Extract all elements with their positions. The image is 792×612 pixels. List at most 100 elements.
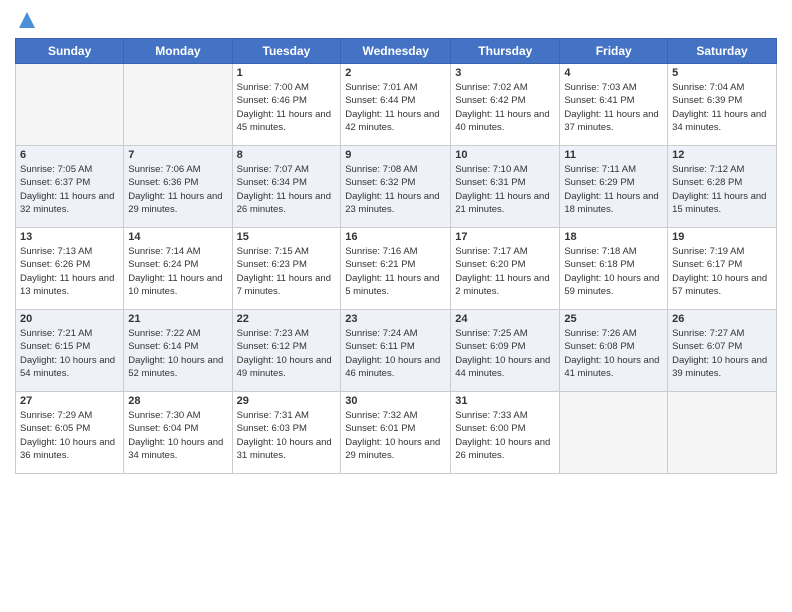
calendar-cell: 17 Sunrise: 7:17 AMSunset: 6:20 PMDayligh…: [451, 228, 560, 310]
weekday-header-thursday: Thursday: [451, 39, 560, 64]
weekday-header-friday: Friday: [560, 39, 668, 64]
day-number: 6: [20, 149, 119, 161]
day-info: Sunrise: 7:22 AMSunset: 6:14 PMDaylight:…: [128, 327, 227, 380]
week-row-4: 20 Sunrise: 7:21 AMSunset: 6:15 PMDayligh…: [16, 310, 777, 392]
calendar-cell: 27Sunrise: 7:29 AMSunset: 6:05 PMDayligh…: [16, 392, 124, 474]
day-info: Sunrise: 7:00 AMSunset: 6:46 PMDaylight:…: [237, 81, 337, 134]
calendar-cell: 18 Sunrise: 7:18 AMSunset: 6:18 PMDayligh…: [560, 228, 668, 310]
day-number: 14: [128, 231, 227, 243]
day-number: 11: [564, 149, 663, 161]
calendar-cell: 16 Sunrise: 7:16 AMSunset: 6:21 PMDayligh…: [341, 228, 451, 310]
day-info: Sunrise: 7:14 AMSunset: 6:24 PMDaylight:…: [128, 245, 227, 298]
day-number: 8: [237, 149, 337, 161]
calendar-cell: 12 Sunrise: 7:12 AMSunset: 6:28 PMDayligh…: [668, 146, 777, 228]
weekday-header-tuesday: Tuesday: [232, 39, 341, 64]
day-info: Sunrise: 7:17 AMSunset: 6:20 PMDaylight:…: [455, 245, 555, 298]
day-info: Sunrise: 7:16 AMSunset: 6:21 PMDaylight:…: [345, 245, 446, 298]
day-info: Sunrise: 7:08 AMSunset: 6:32 PMDaylight:…: [345, 163, 446, 216]
day-info: Sunrise: 7:02 AMSunset: 6:42 PMDaylight:…: [455, 81, 555, 134]
calendar-cell: 5 Sunrise: 7:04 AMSunset: 6:39 PMDaylight…: [668, 64, 777, 146]
day-info: Sunrise: 7:07 AMSunset: 6:34 PMDaylight:…: [237, 163, 337, 216]
day-info: Sunrise: 7:10 AMSunset: 6:31 PMDaylight:…: [455, 163, 555, 216]
day-info: Sunrise: 7:13 AMSunset: 6:26 PMDaylight:…: [20, 245, 119, 298]
calendar-cell: 31 Sunrise: 7:33 AMSunset: 6:00 PMDayligh…: [451, 392, 560, 474]
calendar-cell: [560, 392, 668, 474]
calendar-cell: 19 Sunrise: 7:19 AMSunset: 6:17 PMDayligh…: [668, 228, 777, 310]
calendar-cell: 20 Sunrise: 7:21 AMSunset: 6:15 PMDayligh…: [16, 310, 124, 392]
day-number: 2: [345, 67, 446, 79]
week-row-3: 13 Sunrise: 7:13 AMSunset: 6:26 PMDayligh…: [16, 228, 777, 310]
calendar-table: SundayMondayTuesdayWednesdayThursdayFrid…: [15, 38, 777, 474]
day-info: Sunrise: 7:21 AMSunset: 6:15 PMDaylight:…: [20, 327, 119, 380]
day-number: 13: [20, 231, 119, 243]
day-info: Sunrise: 7:23 AMSunset: 6:12 PMDaylight:…: [237, 327, 337, 380]
day-number: 23: [345, 313, 446, 325]
day-number: 21: [128, 313, 227, 325]
calendar-cell: 10 Sunrise: 7:10 AMSunset: 6:31 PMDayligh…: [451, 146, 560, 228]
calendar-cell: 29 Sunrise: 7:31 AMSunset: 6:03 PMDayligh…: [232, 392, 341, 474]
day-number: 10: [455, 149, 555, 161]
calendar-cell: 11Sunrise: 7:11 AMSunset: 6:29 PMDayligh…: [560, 146, 668, 228]
weekday-header-sunday: Sunday: [16, 39, 124, 64]
day-number: 26: [672, 313, 772, 325]
calendar-cell: 25Sunrise: 7:26 AMSunset: 6:08 PMDayligh…: [560, 310, 668, 392]
weekday-header-wednesday: Wednesday: [341, 39, 451, 64]
logo-icon: [17, 10, 37, 30]
day-number: 22: [237, 313, 337, 325]
day-number: 12: [672, 149, 772, 161]
day-number: 16: [345, 231, 446, 243]
day-number: 19: [672, 231, 772, 243]
day-number: 7: [128, 149, 227, 161]
day-number: 20: [20, 313, 119, 325]
day-number: 9: [345, 149, 446, 161]
calendar-cell: 30 Sunrise: 7:32 AMSunset: 6:01 PMDayligh…: [341, 392, 451, 474]
weekday-header-saturday: Saturday: [668, 39, 777, 64]
calendar-cell: 1 Sunrise: 7:00 AMSunset: 6:46 PMDaylight…: [232, 64, 341, 146]
day-info: Sunrise: 7:19 AMSunset: 6:17 PMDaylight:…: [672, 245, 772, 298]
calendar-cell: 8 Sunrise: 7:07 AMSunset: 6:34 PMDaylight…: [232, 146, 341, 228]
day-number: 24: [455, 313, 555, 325]
day-info: Sunrise: 7:05 AMSunset: 6:37 PMDaylight:…: [20, 163, 119, 216]
day-info: Sunrise: 7:15 AMSunset: 6:23 PMDaylight:…: [237, 245, 337, 298]
week-row-5: 27Sunrise: 7:29 AMSunset: 6:05 PMDayligh…: [16, 392, 777, 474]
day-number: 1: [237, 67, 337, 79]
day-info: Sunrise: 7:33 AMSunset: 6:00 PMDaylight:…: [455, 409, 555, 462]
day-info: Sunrise: 7:12 AMSunset: 6:28 PMDaylight:…: [672, 163, 772, 216]
day-number: 3: [455, 67, 555, 79]
calendar-cell: 3 Sunrise: 7:02 AMSunset: 6:42 PMDaylight…: [451, 64, 560, 146]
page: SundayMondayTuesdayWednesdayThursdayFrid…: [0, 0, 792, 612]
calendar-cell: 28Sunrise: 7:30 AMSunset: 6:04 PMDayligh…: [124, 392, 232, 474]
calendar-cell: 23Sunrise: 7:24 AMSunset: 6:11 PMDayligh…: [341, 310, 451, 392]
day-info: Sunrise: 7:26 AMSunset: 6:08 PMDaylight:…: [564, 327, 663, 380]
calendar-cell: 2 Sunrise: 7:01 AMSunset: 6:44 PMDaylight…: [341, 64, 451, 146]
calendar-cell: 7 Sunrise: 7:06 AMSunset: 6:36 PMDaylight…: [124, 146, 232, 228]
day-info: Sunrise: 7:29 AMSunset: 6:05 PMDaylight:…: [20, 409, 119, 462]
calendar-cell: 24Sunrise: 7:25 AMSunset: 6:09 PMDayligh…: [451, 310, 560, 392]
calendar-cell: [668, 392, 777, 474]
day-info: Sunrise: 7:32 AMSunset: 6:01 PMDaylight:…: [345, 409, 446, 462]
day-info: Sunrise: 7:31 AMSunset: 6:03 PMDaylight:…: [237, 409, 337, 462]
calendar-cell: 22 Sunrise: 7:23 AMSunset: 6:12 PMDayligh…: [232, 310, 341, 392]
day-info: Sunrise: 7:30 AMSunset: 6:04 PMDaylight:…: [128, 409, 227, 462]
day-info: Sunrise: 7:06 AMSunset: 6:36 PMDaylight:…: [128, 163, 227, 216]
day-number: 18: [564, 231, 663, 243]
day-info: Sunrise: 7:03 AMSunset: 6:41 PMDaylight:…: [564, 81, 663, 134]
day-info: Sunrise: 7:04 AMSunset: 6:39 PMDaylight:…: [672, 81, 772, 134]
day-info: Sunrise: 7:18 AMSunset: 6:18 PMDaylight:…: [564, 245, 663, 298]
logo: [15, 10, 37, 30]
day-number: 29: [237, 395, 337, 407]
calendar-cell: 13 Sunrise: 7:13 AMSunset: 6:26 PMDayligh…: [16, 228, 124, 310]
weekday-header-row: SundayMondayTuesdayWednesdayThursdayFrid…: [16, 39, 777, 64]
day-number: 17: [455, 231, 555, 243]
day-number: 31: [455, 395, 555, 407]
header: [15, 10, 777, 30]
calendar-cell: [124, 64, 232, 146]
day-info: Sunrise: 7:01 AMSunset: 6:44 PMDaylight:…: [345, 81, 446, 134]
week-row-2: 6 Sunrise: 7:05 AMSunset: 6:37 PMDaylight…: [16, 146, 777, 228]
calendar-cell: 21 Sunrise: 7:22 AMSunset: 6:14 PMDayligh…: [124, 310, 232, 392]
weekday-header-monday: Monday: [124, 39, 232, 64]
day-number: 4: [564, 67, 663, 79]
day-number: 5: [672, 67, 772, 79]
day-number: 30: [345, 395, 446, 407]
calendar-cell: 15Sunrise: 7:15 AMSunset: 6:23 PMDayligh…: [232, 228, 341, 310]
